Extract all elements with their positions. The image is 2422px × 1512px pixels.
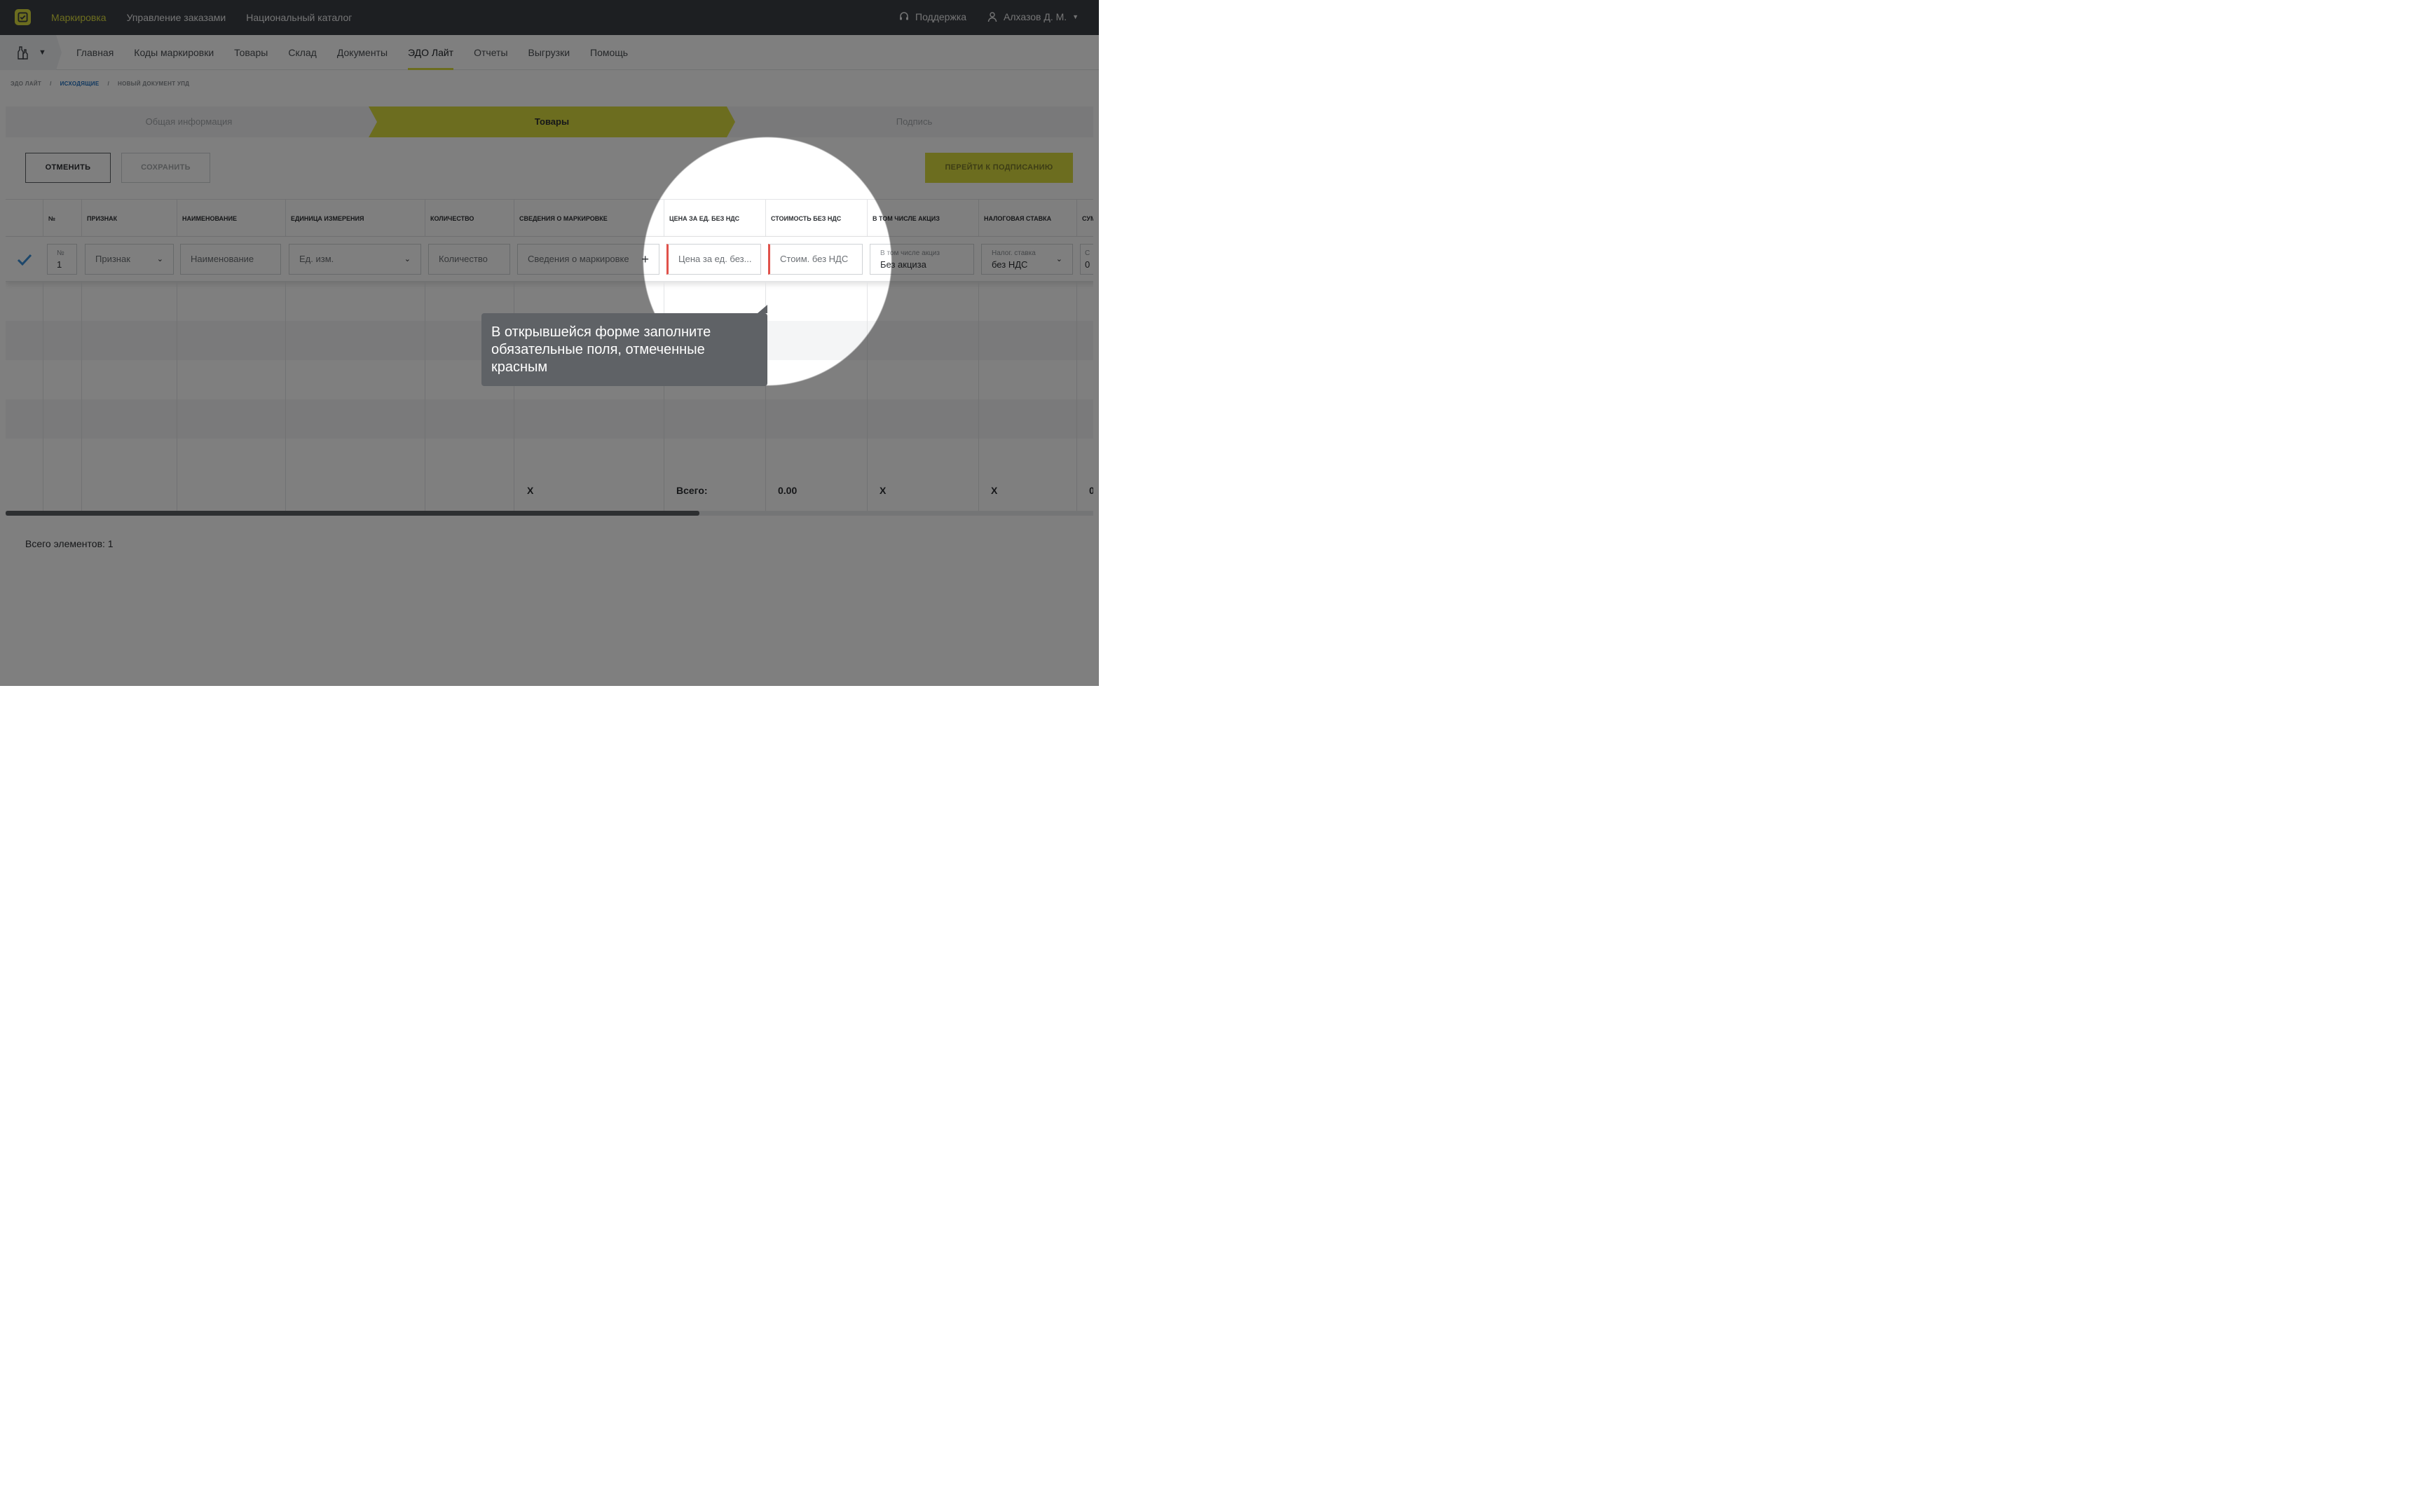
chevron-down-icon: ⌄: [156, 255, 163, 263]
chevron-down-icon: ⌄: [404, 255, 411, 263]
column-header: СВЕДЕНИЯ О МАРКИРОВКЕ: [514, 200, 664, 238]
user-name: Алхазов Д. М.: [1004, 11, 1067, 22]
headset-icon: [900, 12, 908, 20]
breadcrumb-item[interactable]: ИСХОДЯЩИЕ: [60, 81, 100, 87]
column-header: В ТОМ ЧИСЛЕ АКЦИЗ: [867, 200, 978, 238]
user-menu[interactable]: Алхазов Д. М. ▼: [987, 11, 1079, 22]
step-general[interactable]: Общая информация: [6, 106, 372, 137]
tab-warehouse[interactable]: Склад: [288, 35, 317, 70]
support-label: Поддержка: [915, 11, 967, 22]
name-input[interactable]: Наименование: [180, 244, 281, 275]
step-signature[interactable]: Подпись: [735, 106, 1093, 137]
column-header: №: [43, 200, 81, 238]
tutorial-tooltip: В открывшейся форме заполните обязательн…: [481, 305, 767, 386]
tab-exports[interactable]: Выгрузки: [528, 35, 570, 70]
breadcrumb: ЭДО ЛАЙТ / ИСХОДЯЩИЕ / НОВЫЙ ДОКУМЕНТ УП…: [11, 81, 190, 87]
marking-info-field[interactable]: Сведения о маркировке +: [517, 244, 659, 275]
column-header: НАЛОГОВАЯ СТАВКА: [978, 200, 1076, 238]
save-button[interactable]: СОХРАНИТЬ: [121, 153, 210, 183]
step-goods[interactable]: Товары: [369, 106, 735, 137]
total-label: Всего:: [676, 485, 708, 496]
excise-field[interactable]: В том числе акциз Без акциза: [870, 244, 974, 275]
cost-input[interactable]: Стоим. без НДС: [768, 244, 863, 275]
unit-price-input[interactable]: Цена за ед. без...: [666, 244, 761, 275]
tab-goods[interactable]: Товары: [234, 35, 268, 70]
top-nav-orders[interactable]: Управление заказами: [127, 12, 226, 23]
breadcrumb-item[interactable]: ЭДО ЛАЙТ: [11, 81, 41, 87]
table-header: № ПРИЗНАК НАИМЕНОВАНИЕ ЕДИНИЦА ИЗМЕРЕНИЯ…: [6, 199, 1093, 238]
number-field[interactable]: № 1: [47, 244, 77, 275]
top-bar: Маркировка Управление заказами Националь…: [0, 0, 1099, 35]
tab-documents[interactable]: Документы: [337, 35, 388, 70]
tab-marking-codes[interactable]: Коды маркировки: [134, 35, 214, 70]
sum-field[interactable]: С 0: [1080, 244, 1093, 275]
column-header: ЦЕНА ЗА ЕД. БЕЗ НДС: [664, 200, 765, 238]
product-group-picker[interactable]: ▼: [0, 35, 62, 70]
total-marking: X: [527, 485, 534, 496]
top-nav-catalog[interactable]: Национальный каталог: [246, 12, 352, 23]
column-header: ПРИЗНАК: [81, 200, 177, 238]
bottles-icon: [18, 46, 28, 60]
go-to-sign-button[interactable]: ПЕРЕЙТИ К ПОДПИСАНИЮ: [925, 153, 1073, 183]
caret-down-icon: ▼: [39, 48, 46, 57]
sign-select[interactable]: Признак ⌄: [85, 244, 174, 275]
checkmark-icon[interactable]: [17, 254, 32, 266]
breadcrumb-item-current: НОВЫЙ ДОКУМЕНТ УПД: [118, 81, 190, 87]
section-nav: Главная Коды маркировки Товары Склад Док…: [76, 35, 628, 70]
section-bar: ▼ Главная Коды маркировки Товары Склад Д…: [0, 35, 1099, 70]
column-header: СТОИМОСТЬ БЕЗ НДС: [765, 200, 867, 238]
top-nav-marking[interactable]: Маркировка: [51, 12, 107, 23]
caret-down-icon: ▼: [1072, 13, 1079, 20]
wizard-steps: Общая информация Товары Подпись: [6, 106, 1093, 137]
column-header: КОЛИЧЕСТВО: [425, 200, 514, 238]
tax-rate-select[interactable]: Налог. ставка без НДС ⌄: [981, 244, 1073, 275]
table-row-editing: № 1 Признак ⌄ Наименование Ед. изм. ⌄ Ко…: [6, 237, 1093, 282]
unit-select[interactable]: Ед. изм. ⌄: [289, 244, 421, 275]
column-header: ЕДИНИЦА ИЗМЕРЕНИЯ: [285, 200, 425, 238]
plus-icon[interactable]: +: [641, 245, 649, 274]
total-elements-count: Всего элементов: 1: [25, 538, 114, 549]
cancel-button[interactable]: ОТМЕНИТЬ: [25, 153, 111, 183]
user-icon: [987, 12, 997, 22]
quantity-input[interactable]: Количество: [428, 244, 510, 275]
tab-home[interactable]: Главная: [76, 35, 114, 70]
tab-reports[interactable]: Отчеты: [474, 35, 507, 70]
total-tax: X: [991, 485, 998, 496]
horizontal-scrollbar-thumb[interactable]: [6, 511, 699, 516]
logo-icon[interactable]: [15, 9, 31, 25]
table-row: [6, 399, 1093, 439]
total-excise: X: [880, 485, 887, 496]
total-sum: 0: [1089, 485, 1093, 496]
chevron-down-icon: ⌄: [1055, 255, 1062, 263]
support-link[interactable]: Поддержка: [898, 11, 966, 22]
tab-edo-lite[interactable]: ЭДО Лайт: [408, 35, 454, 70]
tab-help[interactable]: Помощь: [590, 35, 628, 70]
total-cost: 0.00: [778, 485, 798, 496]
column-header: НАИМЕНОВАНИЕ: [177, 200, 285, 238]
column-header: СУМ: [1076, 200, 1093, 238]
top-nav: Маркировка Управление заказами Националь…: [51, 0, 352, 35]
